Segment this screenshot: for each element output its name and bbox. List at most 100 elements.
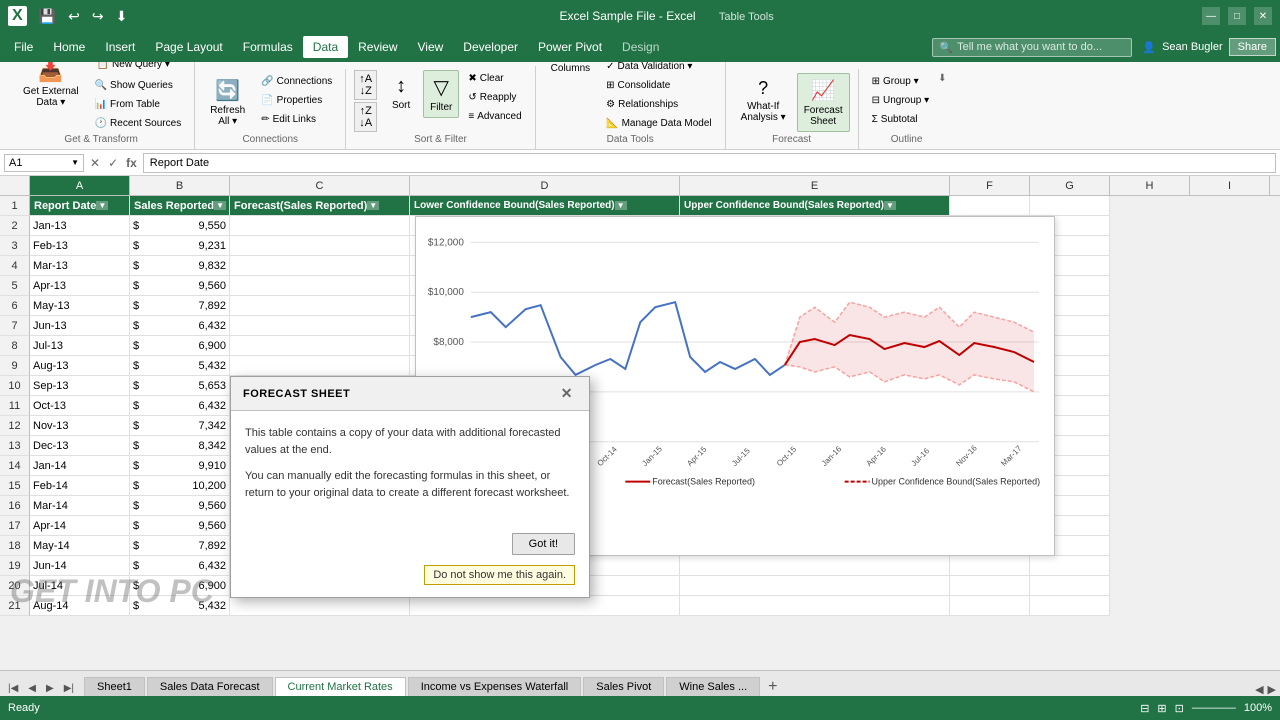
page-break-view-button[interactable]: ⊡: [1175, 702, 1184, 715]
cell-a14[interactable]: Jan-14: [30, 456, 130, 476]
got-it-button[interactable]: Got it!: [512, 533, 575, 555]
subtotal-button[interactable]: Σ Subtotal: [867, 111, 935, 128]
close-button[interactable]: ✕: [1254, 7, 1272, 25]
cell-b5[interactable]: $ 9,560: [130, 276, 230, 296]
cell-d21[interactable]: [410, 596, 680, 616]
cell-b18[interactable]: $ 7,892: [130, 536, 230, 556]
cell-e20[interactable]: [680, 576, 950, 596]
cell-e21[interactable]: [680, 596, 950, 616]
tab-next-button[interactable]: ▶: [42, 681, 58, 696]
cell-b1[interactable]: Sales Reported ▼: [130, 196, 230, 216]
cell-b2[interactable]: $ 9,550: [130, 216, 230, 236]
filter-dropdown-b1[interactable]: ▼: [214, 201, 226, 210]
cell-b3[interactable]: $ 9,231: [130, 236, 230, 256]
filter-dropdown-c1[interactable]: ▼: [367, 201, 379, 210]
col-header-d[interactable]: D: [410, 176, 680, 195]
cell-b16[interactable]: $ 9,560: [130, 496, 230, 516]
menu-formulas[interactable]: Formulas: [233, 36, 303, 58]
cell-a2[interactable]: Jan-13: [30, 216, 130, 236]
new-query-button[interactable]: 📋 New Query ▾: [90, 62, 187, 75]
do-not-show-tooltip[interactable]: Do not show me this again.: [424, 565, 575, 585]
cell-e19[interactable]: [680, 556, 950, 576]
cell-b12[interactable]: $ 7,342: [130, 416, 230, 436]
menu-insert[interactable]: Insert: [95, 36, 145, 58]
cell-b4[interactable]: $ 9,832: [130, 256, 230, 276]
name-box-dropdown-icon[interactable]: ▼: [71, 158, 79, 167]
data-validation-button[interactable]: ✓ Data Validation ▾: [601, 62, 717, 75]
cell-a13[interactable]: Dec-13: [30, 436, 130, 456]
cell-e1[interactable]: Upper Confidence Bound(Sales Reported) ▼: [680, 196, 950, 216]
menu-developer[interactable]: Developer: [453, 36, 528, 58]
consolidate-button[interactable]: ⊞ Consolidate: [601, 77, 717, 94]
cell-c8[interactable]: [230, 336, 410, 356]
customize-qa-button[interactable]: ⬇: [112, 6, 132, 27]
cell-a4[interactable]: Mar-13: [30, 256, 130, 276]
cell-f21[interactable]: [950, 596, 1030, 616]
ribbon-search-box[interactable]: 🔍 Tell me what you want to do...: [932, 38, 1132, 57]
col-header-g[interactable]: G: [1030, 176, 1110, 195]
group-button[interactable]: ⊞ Group ▾: [867, 73, 935, 90]
cell-c2[interactable]: [230, 216, 410, 236]
normal-view-button[interactable]: ⊟: [1140, 702, 1149, 715]
maximize-button[interactable]: □: [1228, 7, 1246, 25]
manage-model-button[interactable]: 📐 Manage Data Model: [601, 115, 717, 132]
col-header-f[interactable]: F: [950, 176, 1030, 195]
undo-button[interactable]: ↩: [64, 6, 84, 27]
cell-b21[interactable]: $ 5,432: [130, 596, 230, 616]
ungroup-button[interactable]: ⊟ Ungroup ▾: [867, 92, 935, 109]
add-sheet-button[interactable]: +: [762, 678, 783, 696]
col-header-e[interactable]: E: [680, 176, 950, 195]
from-table-button[interactable]: 📊 From Table: [90, 96, 187, 113]
cell-a21[interactable]: Aug-14: [30, 596, 130, 616]
col-header-c[interactable]: C: [230, 176, 410, 195]
cell-c9[interactable]: [230, 356, 410, 376]
cell-a3[interactable]: Feb-13: [30, 236, 130, 256]
col-header-b[interactable]: B: [130, 176, 230, 195]
forecast-sheet-button[interactable]: 📈 ForecastSheet: [797, 73, 850, 132]
cell-a16[interactable]: Mar-14: [30, 496, 130, 516]
cell-c21[interactable]: [230, 596, 410, 616]
col-header-i[interactable]: I: [1190, 176, 1270, 195]
cell-b13[interactable]: $ 8,342: [130, 436, 230, 456]
menu-page-layout[interactable]: Page Layout: [145, 36, 232, 58]
redo-button[interactable]: ↪: [88, 6, 108, 27]
cell-a6[interactable]: May-13: [30, 296, 130, 316]
reapply-button[interactable]: ↺ Reapply: [463, 89, 526, 106]
formula-input[interactable]: [143, 153, 1276, 173]
relationships-button[interactable]: ⚙ Relationships: [601, 96, 717, 113]
recent-sources-button[interactable]: 🕐 Recent Sources: [90, 115, 187, 132]
name-box[interactable]: A1 ▼: [4, 154, 84, 172]
share-button[interactable]: Share: [1229, 38, 1276, 56]
cell-a17[interactable]: Apr-14: [30, 516, 130, 536]
outline-expand-button[interactable]: ⬇: [938, 73, 946, 84]
confirm-formula-button[interactable]: ✓: [106, 156, 120, 170]
menu-home[interactable]: Home: [43, 36, 95, 58]
cell-c7[interactable]: [230, 316, 410, 336]
cell-b10[interactable]: $ 5,653: [130, 376, 230, 396]
page-layout-view-button[interactable]: ⊞: [1157, 702, 1166, 715]
clear-button[interactable]: ✖ Clear: [463, 70, 526, 87]
get-external-data-button[interactable]: 📥 Get ExternalData ▾: [16, 62, 86, 113]
cell-a7[interactable]: Jun-13: [30, 316, 130, 336]
connections-button[interactable]: 🔗 Connections: [256, 73, 337, 90]
cell-a19[interactable]: Jun-14: [30, 556, 130, 576]
menu-file[interactable]: File: [4, 36, 43, 58]
cell-a15[interactable]: Feb-14: [30, 476, 130, 496]
cancel-formula-button[interactable]: ✕: [88, 156, 102, 170]
zoom-slider[interactable]: ————: [1192, 702, 1236, 714]
col-header-h[interactable]: H: [1110, 176, 1190, 195]
cell-a8[interactable]: Jul-13: [30, 336, 130, 356]
cell-a20[interactable]: Jul-14: [30, 576, 130, 596]
cell-d1[interactable]: Lower Confidence Bound(Sales Reported) ▼: [410, 196, 680, 216]
filter-dropdown-a1[interactable]: ▼: [96, 201, 108, 210]
tab-first-button[interactable]: |◀: [4, 681, 22, 696]
cell-f19[interactable]: [950, 556, 1030, 576]
what-if-button[interactable]: ? What-IfAnalysis ▾: [734, 73, 793, 128]
cell-b8[interactable]: $ 6,900: [130, 336, 230, 356]
col-header-a[interactable]: A: [30, 176, 130, 195]
tab-current-market-rates[interactable]: Current Market Rates: [275, 677, 406, 696]
cell-a11[interactable]: Oct-13: [30, 396, 130, 416]
cell-a5[interactable]: Apr-13: [30, 276, 130, 296]
filter-dropdown-e1[interactable]: ▼: [884, 201, 896, 210]
cell-c3[interactable]: [230, 236, 410, 256]
